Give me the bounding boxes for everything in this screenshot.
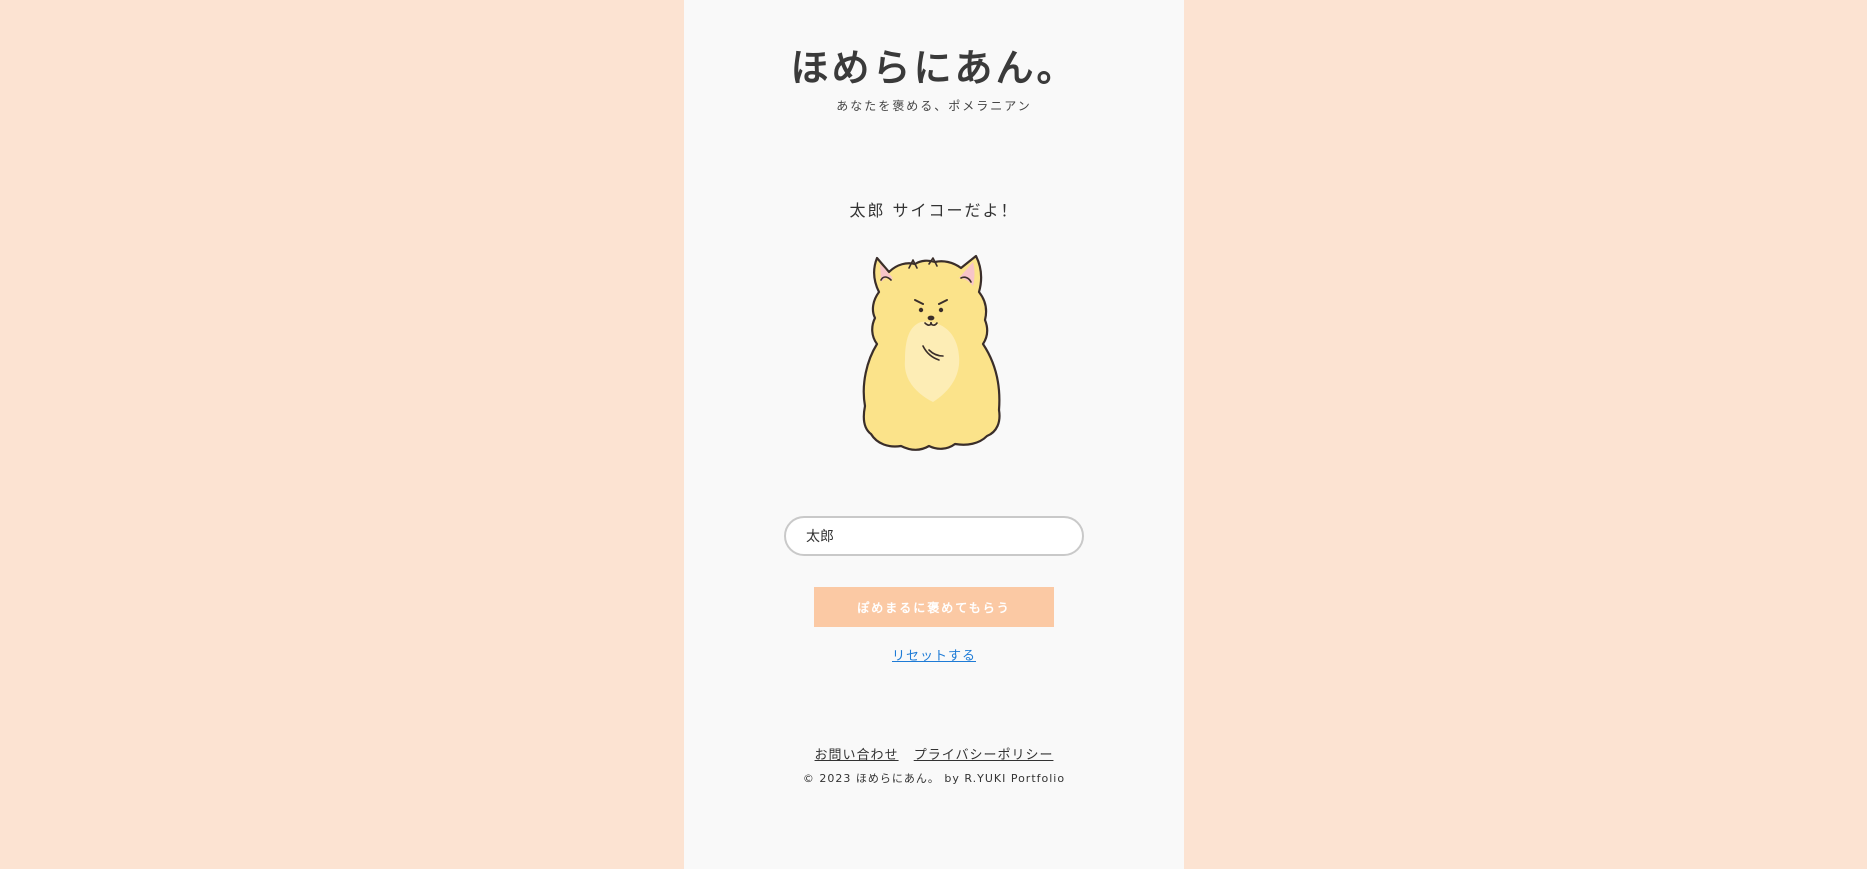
copyright: © 2023 ほめらにあん。 by R.YUKI Portfolio <box>802 772 1066 785</box>
praise-message: 太郎 サイコーだよ！ <box>849 201 1019 220</box>
site-title: ほめらにあん。 <box>790 46 1078 90</box>
name-input[interactable] <box>784 516 1084 556</box>
privacy-policy-link[interactable]: プライバシーポリシー <box>914 748 1054 763</box>
reset-link-container: リセットする <box>684 648 1184 666</box>
site-subtitle: あなたを褒める、ポメラニアン <box>836 99 1032 113</box>
pomeranian-icon <box>862 254 1001 451</box>
reset-link[interactable]: リセットする <box>892 649 976 664</box>
main-panel: ほめらにあん。 あなたを褒める、ポメラニアン 太郎 サイコーだよ！ ぽめまるに褒… <box>684 0 1184 869</box>
footer-links: お問い合わせ プライバシーポリシー <box>684 747 1184 765</box>
praise-button[interactable]: ぽめまるに褒めてもらう <box>814 587 1054 627</box>
contact-link[interactable]: お問い合わせ <box>815 748 899 763</box>
